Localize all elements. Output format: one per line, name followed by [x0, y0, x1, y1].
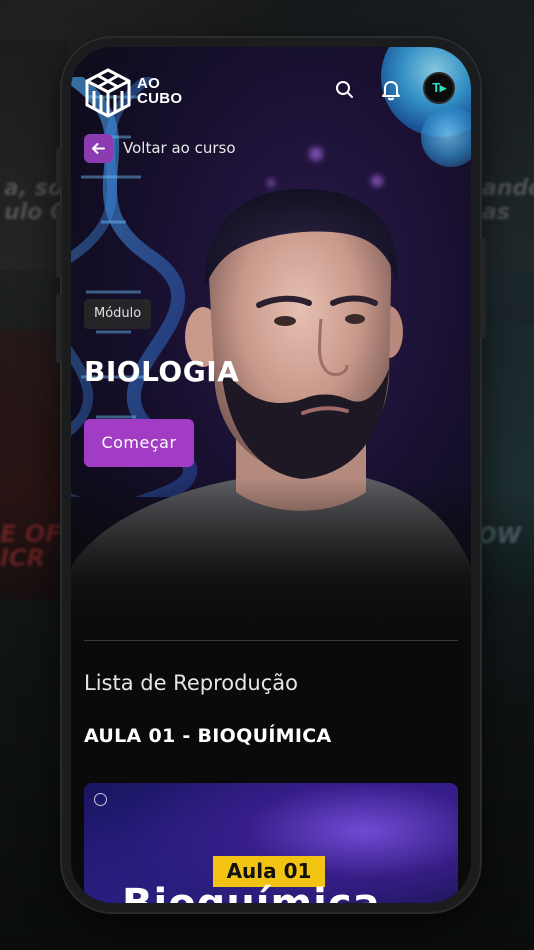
phone-side-button	[56, 148, 62, 188]
module-tag: Módulo	[84, 299, 152, 329]
bell-icon	[382, 81, 400, 101]
notifications-button[interactable]	[378, 77, 404, 103]
ao-cubo-logo[interactable]: AO CUBO	[83, 67, 193, 119]
lesson-select-radio[interactable]	[94, 793, 107, 806]
lesson-cover-text: Bioquímica	[122, 881, 381, 903]
background-card-top-right	[478, 40, 534, 270]
user-avatar[interactable]: T▸	[423, 72, 455, 104]
back-to-course-link[interactable]: Voltar ao curso	[123, 135, 236, 161]
phone-frame: AO CUBO T▸ Voltar ao curso Módulo BIOLOG…	[56, 38, 486, 912]
background-blur-text-right-3: OW	[478, 524, 521, 549]
playlist-heading: Lista de Reprodução	[84, 671, 298, 695]
background-blur-text-right: ando	[482, 176, 534, 201]
logo-line-1: AO	[137, 75, 161, 92]
background-blur-text-left-4: ICR	[0, 544, 46, 572]
logo-wordmark: AO CUBO	[137, 76, 182, 106]
phone-side-button	[56, 208, 62, 278]
lesson-title: AULA 01 - BIOQUÍMICA	[84, 725, 332, 747]
cube-logo-icon	[85, 68, 131, 118]
back-button[interactable]	[84, 134, 113, 163]
module-title: BIOLOGIA	[84, 355, 240, 388]
search-icon	[336, 81, 353, 98]
start-button[interactable]: Começar	[84, 419, 194, 467]
phone-power-button	[480, 238, 486, 338]
section-divider	[84, 640, 458, 641]
logo-line-2: CUBO	[137, 90, 183, 107]
background-blur-text-right-2: as	[482, 200, 510, 225]
hero-gradient-overlay	[71, 477, 471, 647]
app-screen: AO CUBO T▸ Voltar ao curso Módulo BIOLOG…	[71, 47, 471, 903]
avatar-initials: T▸	[432, 80, 446, 95]
top-app-bar: AO CUBO T▸	[71, 47, 471, 133]
search-button[interactable]	[332, 77, 358, 103]
background-card-right	[478, 325, 534, 595]
lesson-card[interactable]: Aula 01 Bioquímica	[84, 783, 458, 903]
arrow-left-icon	[92, 143, 105, 154]
phone-side-button	[56, 293, 62, 363]
